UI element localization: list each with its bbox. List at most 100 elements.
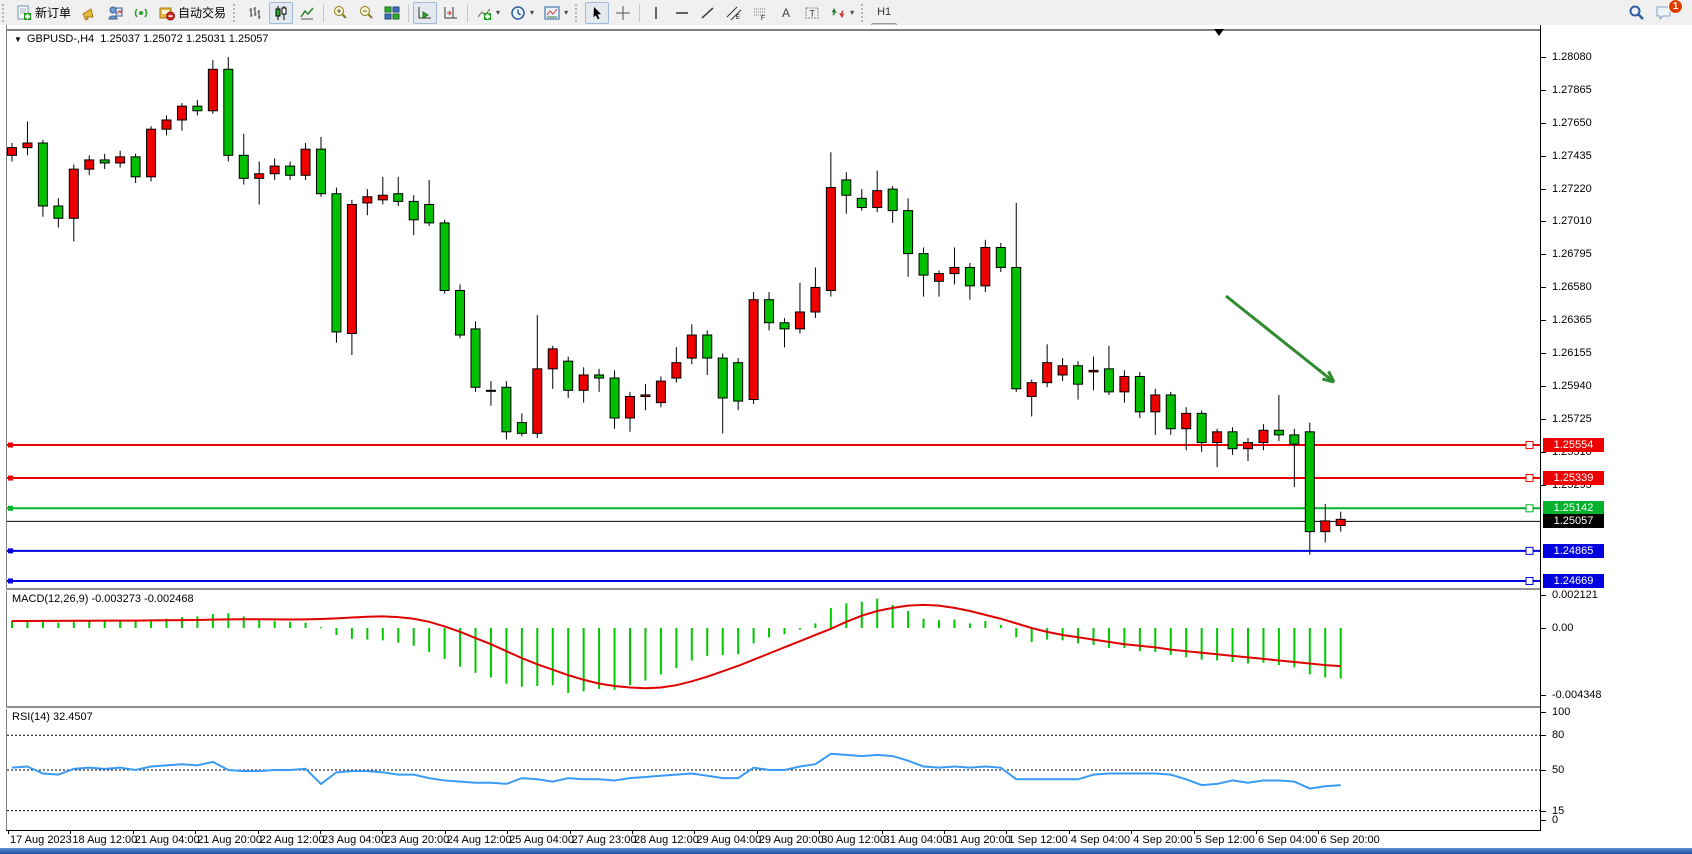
auto-scroll-icon <box>417 5 433 21</box>
macd-histogram-bar <box>335 628 337 635</box>
news-button[interactable] <box>77 2 101 24</box>
macd-histogram-bar <box>351 628 353 639</box>
chart-window[interactable]: ▼GBPUSD-,H4 1.25037 1.25072 1.25031 1.25… <box>0 25 1692 848</box>
search-button[interactable] <box>1624 2 1649 24</box>
macd-histogram-bar <box>706 628 708 656</box>
candle-body <box>795 312 804 329</box>
time-tick-mark <box>1194 830 1195 834</box>
line-chart-icon <box>299 5 315 21</box>
chart-canvas[interactable] <box>0 25 1540 845</box>
zoom-in-button[interactable] <box>328 2 352 24</box>
candle-body <box>332 194 341 332</box>
rsi-tick-mark <box>1541 811 1546 812</box>
candle-body <box>1135 377 1144 412</box>
candle-body <box>1321 521 1330 532</box>
macd-histogram-bar <box>42 622 44 628</box>
templates-icon <box>544 5 560 21</box>
hline-price-label[interactable]: 1.25554 <box>1543 438 1604 452</box>
macd-histogram-bar <box>614 628 616 690</box>
candle-body <box>208 69 217 110</box>
macd-histogram-bar <box>660 628 662 674</box>
equidistant-channel-button[interactable]: E <box>722 2 746 24</box>
signals-button[interactable] <box>129 2 153 24</box>
candle-body <box>950 267 959 273</box>
horizontal-line-button[interactable] <box>670 2 694 24</box>
chat-button[interactable]: 1 <box>1651 2 1677 24</box>
cursor-button[interactable] <box>585 2 609 24</box>
candle-body <box>193 106 202 111</box>
macd-histogram-bar <box>1077 628 1079 643</box>
time-tick-label: 23 Aug 20:00 <box>384 834 449 846</box>
auto-scroll-button[interactable] <box>413 2 437 24</box>
rsi-tick-label: 100 <box>1552 706 1632 718</box>
pane-separator[interactable] <box>6 588 1541 591</box>
macd-histogram-bar <box>320 627 322 628</box>
macd-histogram-bar <box>768 628 770 637</box>
bar-chart-button[interactable] <box>243 2 267 24</box>
price-tick-mark <box>1541 287 1546 288</box>
auto-trading-button[interactable]: 自动交易 <box>155 2 230 24</box>
current-price-label[interactable]: 1.25057 <box>1543 514 1604 528</box>
fibonacci-button[interactable]: F <box>748 2 772 24</box>
toolbar-separator <box>639 4 640 22</box>
pane-separator[interactable] <box>6 706 1541 709</box>
arrows-button[interactable]: ▾ <box>826 2 858 24</box>
candle-body <box>85 160 94 169</box>
text-label-button[interactable]: T <box>800 2 824 24</box>
candle-body <box>8 148 17 156</box>
candle-body <box>1151 395 1160 412</box>
text-label-icon: T <box>804 5 820 21</box>
time-tick-label: 31 Aug 20:00 <box>946 834 1011 846</box>
new-order-label: 新订单 <box>35 4 71 21</box>
time-tick-mark <box>694 830 695 834</box>
time-tick-mark <box>8 830 9 834</box>
macd-histogram-bar <box>258 619 260 628</box>
candle-body <box>38 143 47 206</box>
macd-histogram-bar <box>1093 628 1095 645</box>
tile-windows-button[interactable] <box>380 2 404 24</box>
macd-histogram-bar <box>243 616 245 628</box>
auto-trading-label: 自动交易 <box>178 4 226 21</box>
crosshair-button[interactable] <box>611 2 635 24</box>
vertical-line-button[interactable] <box>644 2 668 24</box>
one-click-collapse-icon[interactable]: ▼ <box>14 35 22 44</box>
rsi-line <box>12 754 1341 789</box>
zoom-in-icon <box>332 5 348 21</box>
timeframe-button-h1[interactable]: H1 <box>871 2 897 23</box>
rsi-title: RSI(14) 32.4507 <box>12 711 93 723</box>
hline-price-label[interactable]: 1.25339 <box>1543 471 1604 485</box>
price-tick-mark <box>1541 123 1546 124</box>
candle-body <box>965 267 974 285</box>
chart-shift-button[interactable] <box>439 2 463 24</box>
candle-body <box>255 174 264 179</box>
macd-histogram-bar <box>428 628 430 652</box>
hline-price-label[interactable]: 1.25142 <box>1543 501 1604 515</box>
trendline-button[interactable] <box>696 2 720 24</box>
line-chart-button[interactable] <box>295 2 319 24</box>
candle-body <box>734 363 743 401</box>
candle-body <box>749 300 758 400</box>
candlestick-chart-icon <box>273 5 289 21</box>
indicators-button[interactable]: ▾ <box>472 2 504 24</box>
candle-body <box>69 169 78 218</box>
macd-histogram-bar <box>475 628 477 673</box>
hline-price-label[interactable]: 1.24669 <box>1543 574 1604 588</box>
candle-body <box>780 323 789 329</box>
toolbar-separator <box>323 4 324 22</box>
periods-button[interactable]: ▾ <box>506 2 538 24</box>
macd-histogram-bar <box>536 628 538 686</box>
macd-histogram-bar <box>274 621 276 628</box>
toolbar-grip <box>861 4 868 22</box>
zoom-out-button[interactable] <box>354 2 378 24</box>
text-button[interactable]: A <box>774 2 798 24</box>
candle-body <box>919 254 928 276</box>
hline-price-label[interactable]: 1.24865 <box>1543 544 1604 558</box>
candle-body <box>317 149 326 194</box>
templates-button[interactable]: ▾ <box>540 2 572 24</box>
new-order-button[interactable]: 新订单 <box>12 2 75 24</box>
candlestick-chart-button[interactable] <box>269 2 293 24</box>
macd-histogram-bar <box>1015 628 1017 637</box>
candle-body <box>1290 435 1299 444</box>
economic-calendar-button[interactable] <box>103 2 127 24</box>
candle-body <box>904 211 913 254</box>
